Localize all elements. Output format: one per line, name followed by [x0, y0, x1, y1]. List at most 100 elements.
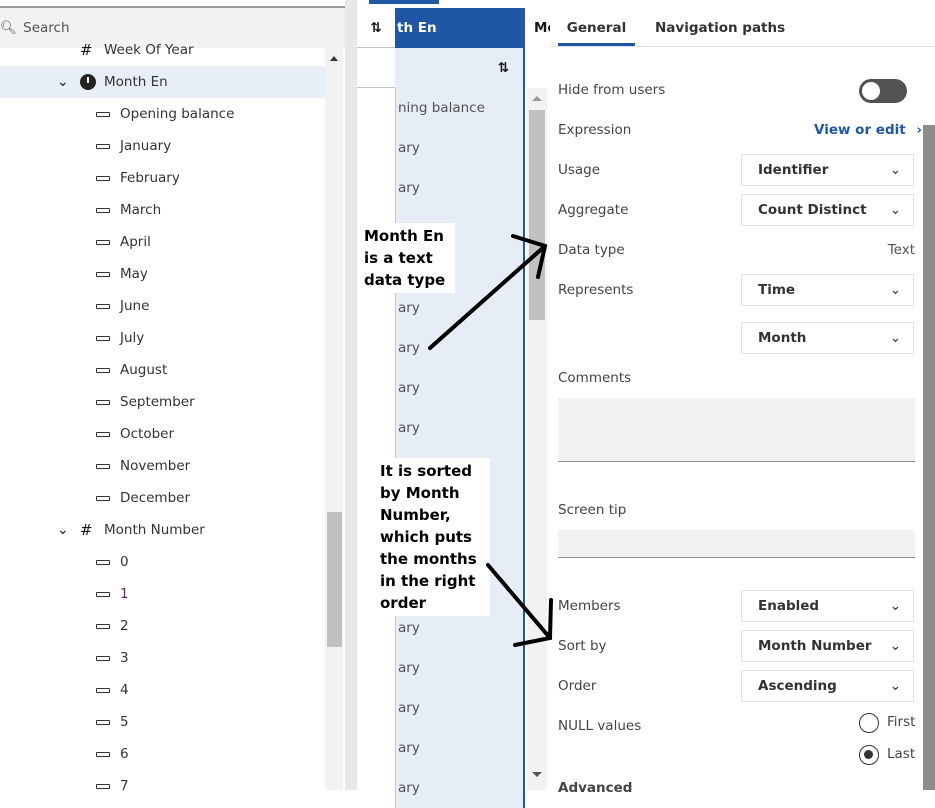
grid-row[interactable]: ary [357, 368, 525, 408]
member-icon [96, 751, 110, 757]
order-label: Order [558, 678, 597, 694]
tree-item-label: Month En [104, 74, 168, 90]
tree-item[interactable]: August [0, 354, 325, 386]
grid-cell[interactable]: ary [395, 128, 525, 168]
tree-item[interactable]: 1 [0, 578, 325, 610]
tree-item[interactable]: May [0, 258, 325, 290]
data-grid: ⇅ th En Mo ⇅ ning balancearyaryaryaryary… [357, 0, 550, 808]
view-or-edit-link[interactable]: View or edit › [814, 122, 922, 138]
hide-from-users-toggle[interactable] [859, 79, 907, 103]
grid-cell[interactable]: ary [395, 768, 525, 808]
column-header-next[interactable]: Mo [527, 8, 550, 48]
tree-item-label: January [120, 138, 172, 154]
advanced-section[interactable]: Advanced [558, 780, 632, 796]
hash-icon: # [80, 521, 93, 539]
member-icon [96, 111, 110, 117]
chevron-down-icon[interactable]: ⌄ [57, 522, 69, 538]
column-header-month-en[interactable]: th En [395, 8, 525, 48]
grid-row[interactable]: ary [357, 408, 525, 448]
grid-cell[interactable]: ary [395, 168, 525, 208]
grid-row[interactable]: ary [357, 768, 525, 808]
member-icon [96, 655, 110, 661]
sort-icon[interactable]: ⇅ [357, 8, 395, 48]
member-icon [96, 367, 110, 373]
null-values-label: NULL values [558, 718, 642, 734]
comments-textarea[interactable] [558, 398, 915, 462]
tree-item-label: Week Of Year [104, 42, 194, 58]
usage-select[interactable]: Identifier ⌄ [741, 154, 914, 186]
grid-row[interactable]: ary [357, 128, 525, 168]
tree-item[interactable]: April [0, 226, 325, 258]
tree-item[interactable]: September [0, 386, 325, 418]
tree-item-label: October [120, 426, 175, 442]
tree-item[interactable]: February [0, 162, 325, 194]
tree-item[interactable]: 5 [0, 706, 325, 738]
chevron-down-icon: ⌄ [889, 598, 901, 614]
tree-item-label: September [120, 394, 195, 410]
aggregate-select[interactable]: Count Distinct ⌄ [741, 194, 914, 226]
grid-cell[interactable]: ary [395, 288, 525, 328]
tree-item[interactable]: # Week Of Year [0, 34, 325, 66]
grid-cell[interactable]: ary [395, 368, 525, 408]
tree-item[interactable]: 0 [0, 546, 325, 578]
grid-row[interactable]: ary [357, 328, 525, 368]
grid-row[interactable]: ary [357, 288, 525, 328]
grid-cell[interactable]: ary [395, 328, 525, 368]
tree-item[interactable]: October [0, 418, 325, 450]
order-select[interactable]: Ascending ⌄ [741, 670, 914, 702]
tree-item[interactable]: 6 [0, 738, 325, 770]
chevron-down-icon: ⌄ [889, 282, 901, 298]
grid-cell[interactable]: ary [395, 728, 525, 768]
grid-row[interactable]: ary [357, 168, 525, 208]
grid-cell[interactable]: ning balance [395, 88, 525, 128]
tree-item[interactable]: July [0, 322, 325, 354]
tree-item-label: Opening balance [120, 106, 235, 122]
tree-item[interactable]: March [0, 194, 325, 226]
grid-scrollbar[interactable] [527, 88, 547, 790]
column-sort-icon[interactable]: ⇅ [395, 48, 525, 88]
screen-tip-input[interactable] [558, 530, 915, 558]
tree-item-label: December [120, 490, 191, 506]
grid-cell[interactable]: ary [395, 408, 525, 448]
tab-navigation-paths[interactable]: Navigation paths [655, 10, 785, 46]
null-last-radio[interactable] [859, 745, 879, 765]
member-icon [96, 175, 110, 181]
chevron-down-icon: ⌄ [889, 638, 901, 654]
panel-resizer[interactable] [345, 0, 357, 790]
panel-scrollbar[interactable] [923, 125, 935, 790]
tree-item[interactable]: Opening balance [0, 98, 325, 130]
tree-item[interactable]: 7 [0, 770, 325, 802]
grid-row[interactable]: ary [357, 688, 525, 728]
tree-item[interactable]: ⌄ Month En [0, 66, 325, 98]
member-icon [96, 463, 110, 469]
grid-cell[interactable]: ary [395, 648, 525, 688]
sort-by-select[interactable]: Month Number ⌄ [741, 630, 914, 662]
grid-cell[interactable]: ary [395, 688, 525, 728]
tree-item[interactable]: ⌄ # Month Number [0, 514, 325, 546]
represents-sub-select[interactable]: Month ⌄ [741, 322, 914, 354]
tree-item[interactable]: December [0, 482, 325, 514]
represents-select[interactable]: Time ⌄ [741, 274, 914, 306]
tab-general[interactable]: General [558, 10, 635, 46]
null-first-radio[interactable] [859, 713, 879, 733]
annotation-note-sort: It is sorted by Month Number, which puts… [376, 458, 490, 616]
expression-label: Expression [558, 122, 632, 138]
tree-item-label: April [120, 234, 151, 250]
tree-scroll-thumb[interactable] [327, 512, 342, 647]
tree-scrollbar[interactable] [325, 48, 343, 790]
tree-item[interactable]: January [0, 130, 325, 162]
tree-item[interactable]: November [0, 450, 325, 482]
tree-item[interactable]: June [0, 290, 325, 322]
tree-item[interactable]: 2 [0, 610, 325, 642]
tree-item[interactable]: 3 [0, 642, 325, 674]
grid-row[interactable]: ary [357, 648, 525, 688]
chevron-down-icon[interactable]: ⌄ [57, 74, 69, 90]
member-icon [96, 719, 110, 725]
grid-row[interactable]: ary [357, 728, 525, 768]
chevron-down-icon: ⌄ [889, 202, 901, 218]
tree-item[interactable]: 4 [0, 674, 325, 706]
grid-row[interactable]: ning balance [357, 88, 525, 128]
grid-scroll-thumb[interactable] [529, 110, 545, 320]
tree-item-label: Month Number [104, 522, 205, 538]
members-select[interactable]: Enabled ⌄ [741, 590, 914, 622]
